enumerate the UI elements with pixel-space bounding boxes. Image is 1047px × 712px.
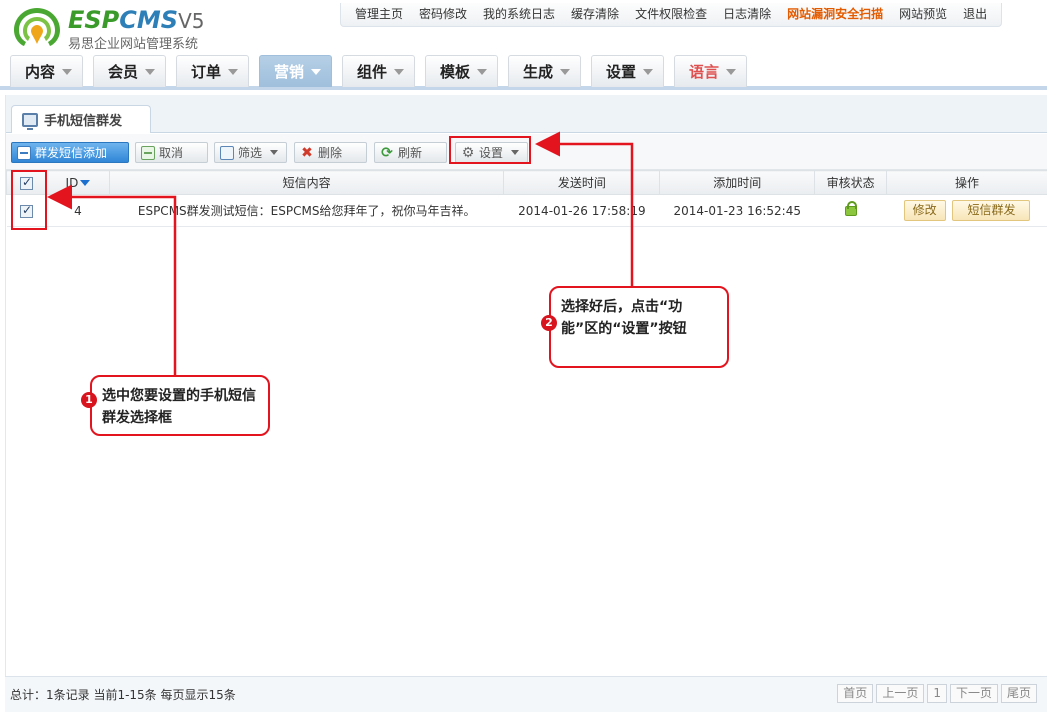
menu-components[interactable]: 组件 xyxy=(342,55,415,87)
menu-templates-label: 模板 xyxy=(440,63,471,81)
delete-button[interactable]: ✖ 删除 xyxy=(294,142,367,163)
tab-sms-broadcast[interactable]: 手机短信群发 xyxy=(11,105,151,133)
menu-orders[interactable]: 订单 xyxy=(176,55,249,87)
row-id: 4 xyxy=(46,194,110,227)
content-column-header: 短信内容 xyxy=(108,170,505,195)
menu-settings[interactable]: 设置 xyxy=(591,55,664,87)
send-sms-button[interactable]: 短信群发 xyxy=(952,200,1031,221)
logo-subtitle: 易思企业网站管理系统 xyxy=(68,37,199,52)
chevron-down-icon xyxy=(270,150,279,155)
topnav-clear-log[interactable]: 日志清除 xyxy=(715,3,779,26)
monitor-icon xyxy=(22,112,38,130)
topnav-password[interactable]: 密码修改 xyxy=(411,3,475,26)
topnav-clear-cache[interactable]: 缓存清除 xyxy=(563,3,627,26)
menu-content[interactable]: 内容 xyxy=(10,55,83,87)
add-sms-broadcast-button[interactable]: 群发短信添加 xyxy=(11,142,129,163)
id-header-label: ID xyxy=(65,175,79,190)
menu-templates[interactable]: 模板 xyxy=(425,55,498,87)
top-utility-nav: 管理主页 密码修改 我的系统日志 缓存清除 文件权限检查 日志清除 网站漏洞安全… xyxy=(340,3,1003,27)
menu-content-label: 内容 xyxy=(25,63,56,81)
add-button-label: 群发短信添加 xyxy=(35,146,108,160)
delete-x-icon: ✖ xyxy=(301,144,313,161)
delete-button-label: 删除 xyxy=(318,146,343,160)
next-page-button[interactable]: 下一页 xyxy=(949,684,998,703)
row-ops: 修改 短信群发 xyxy=(886,194,1047,227)
cancel-icon xyxy=(141,145,155,160)
topnav-file-permission[interactable]: 文件权限检查 xyxy=(627,3,715,26)
filter-button[interactable]: 筛选 xyxy=(214,142,287,163)
chevron-down-icon xyxy=(228,69,238,75)
cancel-button-label: 取消 xyxy=(159,146,184,160)
add-time-column-header: 添加时间 xyxy=(659,170,816,195)
step-1-badge: 1 xyxy=(81,392,97,408)
chevron-down-icon xyxy=(62,69,72,75)
row-review-status xyxy=(814,194,887,227)
table-row: 4 ESPCMS群发测试短信：ESPCMS给您拜年了，祝你马年吉祥。 2014-… xyxy=(6,194,1047,227)
menu-members-label: 会员 xyxy=(108,63,139,81)
row-send-time: 2014-01-26 17:58:19 xyxy=(503,194,660,227)
chevron-down-icon xyxy=(726,69,736,75)
cancel-button[interactable]: 取消 xyxy=(135,142,208,163)
pagination: 首页 上一页 1 下一页 尾页 xyxy=(837,684,1037,703)
page-number[interactable]: 1 xyxy=(927,684,947,703)
review-column-header: 审核状态 xyxy=(814,170,888,195)
prev-page-button[interactable]: 上一页 xyxy=(876,684,925,703)
sms-table: ID 短信内容 发送时间 添加时间 审核状态 操作 4 ESPCMS群发测试短信… xyxy=(6,170,1047,227)
highlight-settings-button xyxy=(449,136,531,164)
topnav-my-log[interactable]: 我的系统日志 xyxy=(475,3,563,26)
record-summary: 总计：1条记录 当前1-15条 每页显示15条 xyxy=(10,688,236,702)
tab-bar: 手机短信群发 xyxy=(6,95,1047,133)
menu-marketing[interactable]: 营销 xyxy=(259,55,332,87)
refresh-icon: ⟳ xyxy=(381,144,393,161)
chevron-down-icon xyxy=(477,69,487,75)
logo-wordmark: ESPCMSV5 xyxy=(68,6,205,34)
callout-2-text: 选择好后，点击“功能”区的“设置”按钮 xyxy=(561,299,687,337)
callout-step-2: 选择好后，点击“功能”区的“设置”按钮 xyxy=(549,286,729,368)
table-header-row: ID 短信内容 发送时间 添加时间 审核状态 操作 xyxy=(6,170,1047,195)
sort-desc-icon xyxy=(80,180,91,186)
footer-bar: 总计：1条记录 当前1-15条 每页显示15条 首页 上一页 1 下一页 尾页 xyxy=(5,676,1047,712)
topnav-logout[interactable]: 退出 xyxy=(955,3,995,26)
chevron-down-icon xyxy=(394,69,404,75)
highlight-checkbox-column xyxy=(11,170,47,230)
espcms-logo[interactable]: ESPCMSV5 易思企业网站管理系统 xyxy=(10,4,230,52)
ops-column-header: 操作 xyxy=(886,170,1047,195)
add-icon xyxy=(17,145,31,160)
chevron-down-icon xyxy=(311,69,321,75)
app-header: ESPCMSV5 易思企业网站管理系统 管理主页 密码修改 我的系统日志 缓存清… xyxy=(0,0,1047,90)
menu-language-label: 语言 xyxy=(689,63,720,81)
menu-members[interactable]: 会员 xyxy=(93,55,166,87)
menu-settings-label: 设置 xyxy=(606,63,637,81)
logo-mark-icon xyxy=(14,8,60,46)
row-add-time: 2014-01-23 16:52:45 xyxy=(659,194,815,227)
filter-button-label: 筛选 xyxy=(238,146,263,160)
topnav-security-scan[interactable]: 网站漏洞安全扫描 xyxy=(779,3,891,26)
callout-step-1: 选中您要设置的手机短信群发选择框 xyxy=(90,375,270,436)
first-page-button[interactable]: 首页 xyxy=(837,684,874,703)
chevron-down-icon xyxy=(560,69,570,75)
menu-components-label: 组件 xyxy=(357,63,388,81)
row-content: ESPCMS群发测试短信：ESPCMS给您拜年了，祝你马年吉祥。 xyxy=(109,194,504,227)
chevron-down-icon xyxy=(643,69,653,75)
menu-orders-label: 订单 xyxy=(191,63,222,81)
tab-label: 手机短信群发 xyxy=(44,114,123,129)
id-column-header[interactable]: ID xyxy=(45,170,110,195)
refresh-button[interactable]: ⟳ 刷新 xyxy=(374,142,447,163)
callout-1-text: 选中您要设置的手机短信群发选择框 xyxy=(102,388,256,426)
last-page-button[interactable]: 尾页 xyxy=(1000,684,1037,703)
topnav-home[interactable]: 管理主页 xyxy=(347,3,411,26)
step-2-badge: 2 xyxy=(541,315,557,331)
refresh-button-label: 刷新 xyxy=(398,146,423,160)
menu-generate-label: 生成 xyxy=(523,63,554,81)
send-time-column-header: 发送时间 xyxy=(503,170,661,195)
main-menu-bar: 内容 会员 订单 营销 组件 模板 生成 设置 语言 xyxy=(0,55,1047,90)
edit-button[interactable]: 修改 xyxy=(903,200,946,221)
chevron-down-icon xyxy=(145,69,155,75)
menu-generate[interactable]: 生成 xyxy=(508,55,581,87)
magnifier-icon xyxy=(220,145,234,160)
menu-marketing-label: 营销 xyxy=(274,63,305,81)
topnav-preview[interactable]: 网站预览 xyxy=(891,3,955,26)
unlock-icon[interactable] xyxy=(844,201,857,216)
menu-language[interactable]: 语言 xyxy=(674,55,747,87)
